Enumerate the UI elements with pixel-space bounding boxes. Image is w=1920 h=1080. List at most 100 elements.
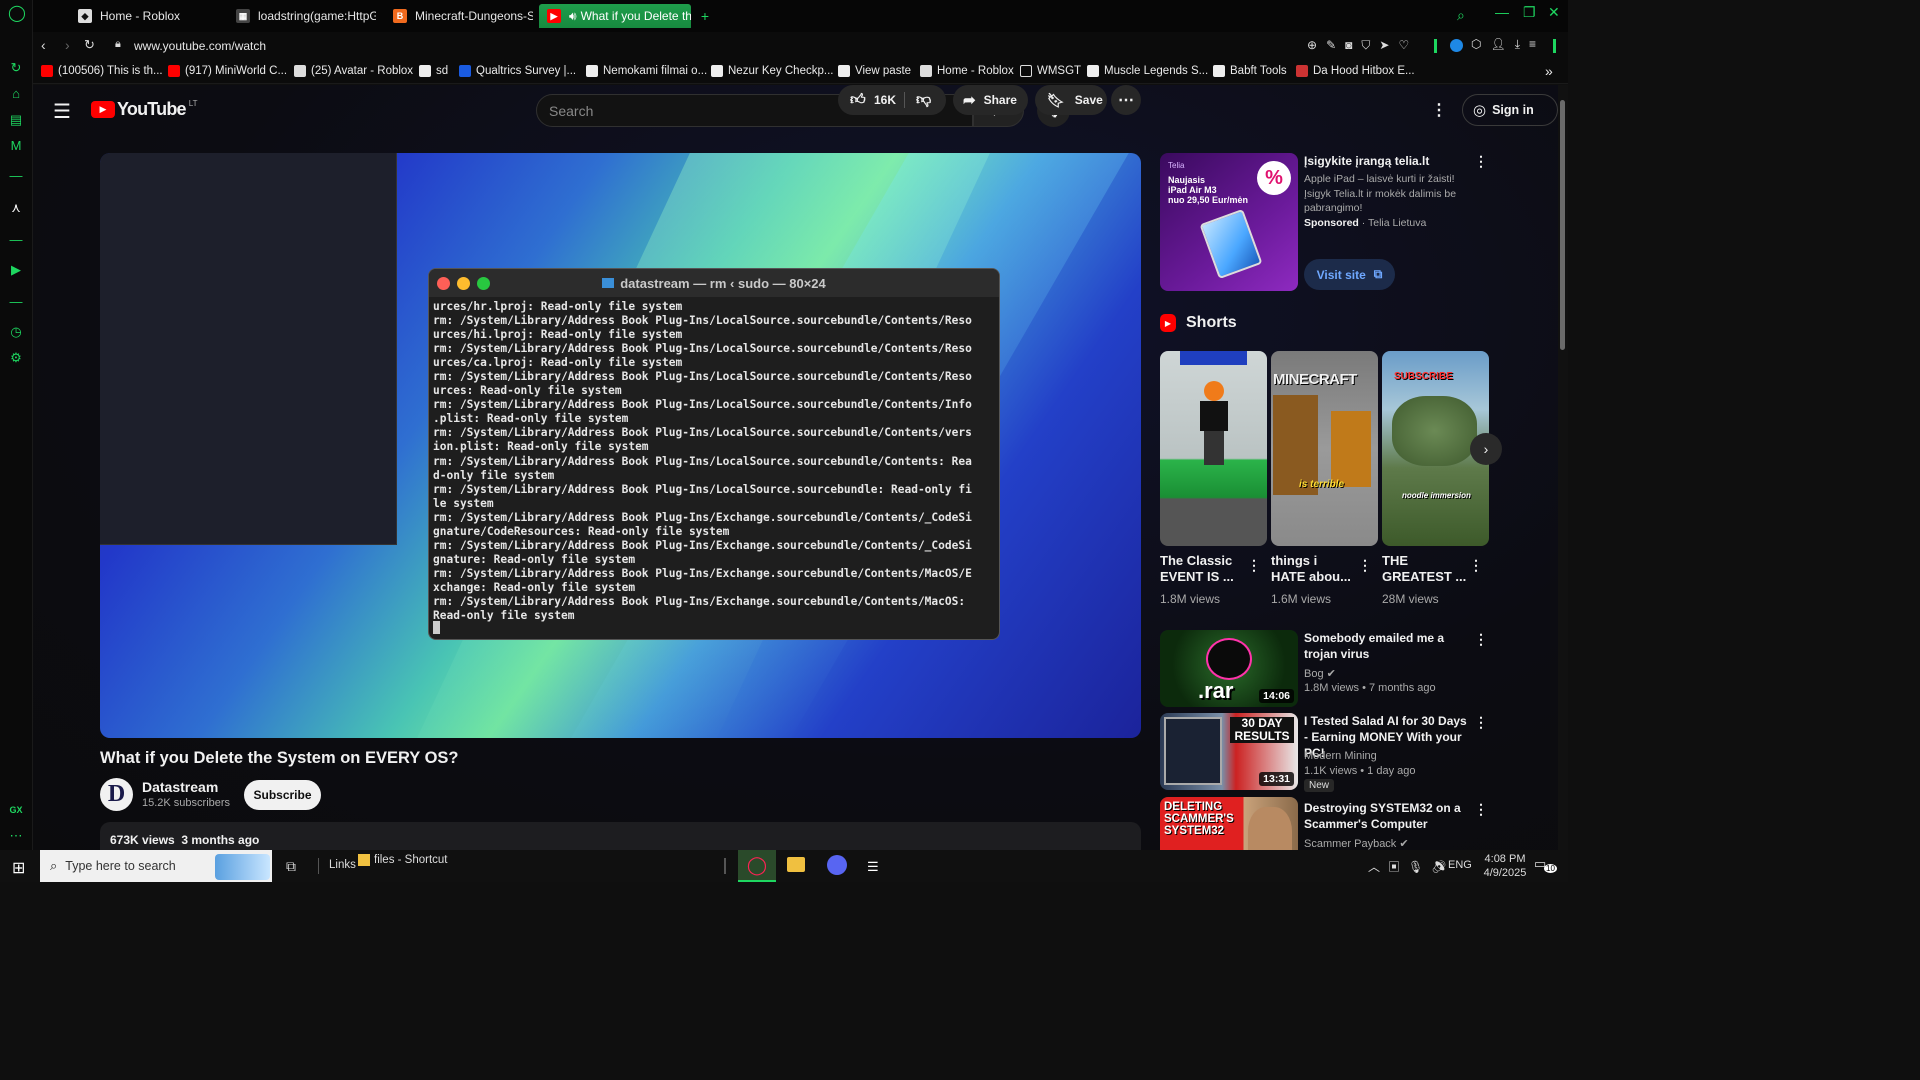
opera-gx-taskbar-icon[interactable]: ◯ <box>738 850 776 882</box>
minimize-icon[interactable]: — <box>1495 4 1509 20</box>
video-title[interactable]: Destroying SYSTEM32 on a Scammer's Compu… <box>1304 800 1469 832</box>
short-title[interactable]: THE GREATEST ... <box>1382 553 1466 585</box>
opera-gx-logo-icon[interactable]: ◯ <box>8 6 26 22</box>
channel-name[interactable]: Datastream <box>142 779 218 795</box>
links-toolbar[interactable]: Links <box>329 859 356 871</box>
bookmark-item[interactable]: Qualtrics Survey |... <box>459 65 576 77</box>
video-thumbnail[interactable]: 30 DAY RESULTS 13:31 <box>1160 713 1298 790</box>
menu-icon[interactable]: ≡ <box>1529 37 1545 51</box>
language-indicator[interactable]: ENG <box>1448 859 1472 871</box>
twitch-icon[interactable]: ▤ <box>8 112 24 128</box>
download-icon[interactable]: ⤓ <box>1515 37 1529 51</box>
scrollbar-thumb[interactable] <box>1560 100 1565 350</box>
extension-icon[interactable] <box>1450 39 1463 52</box>
video-thumbnail[interactable]: DELETING SCAMMER'S SYSTEM32 <box>1160 797 1298 850</box>
send-icon[interactable]: ➤ <box>1379 38 1398 52</box>
video-player[interactable]: datastream — rm ‹ sudo — 80×24 urces/hr.… <box>100 153 1141 738</box>
like-icon[interactable]: 👍︎ <box>850 91 866 109</box>
new-tab-icon[interactable]: + <box>695 4 715 28</box>
ad-title[interactable]: Įsigykite įrangą telia.lt <box>1304 153 1474 169</box>
bookmark-item[interactable]: (100506) This is th... <box>41 65 163 77</box>
short-title[interactable]: things i HATE abou... <box>1271 553 1351 585</box>
video-thumbnail[interactable]: .rar 14:06 <box>1160 630 1298 707</box>
video-menu-icon[interactable]: ⋮ <box>1474 714 1488 731</box>
short-thumbnail[interactable] <box>1160 351 1267 546</box>
short-thumbnail[interactable]: MINECRAFT is terrible <box>1271 351 1378 546</box>
taskbar-search[interactable]: ⌕ Type here to search <box>40 850 272 882</box>
settings-icon[interactable]: ⚙ <box>8 350 24 366</box>
short-menu-icon[interactable]: ⋮ <box>1358 557 1372 574</box>
hamburger-menu-icon[interactable]: ☰ <box>53 99 71 124</box>
url-field[interactable]: www.youtube.com/watch <box>134 39 266 53</box>
files-shortcut[interactable]: files - Shortcut <box>358 854 448 866</box>
description-box[interactable]: 673K views 3 months ago <box>100 822 1141 850</box>
heart-icon[interactable]: ♡ <box>1398 38 1418 52</box>
chevron-up-icon[interactable]: ︿ <box>1368 860 1388 874</box>
tab-loadstring[interactable]: ▦ loadstring(game:HttpGet( <box>228 4 376 28</box>
channel-avatar[interactable]: D <box>100 778 133 811</box>
dislike-icon[interactable]: 👎︎ <box>916 91 931 109</box>
bookmark-item[interactable]: (917) MiniWorld C... <box>168 65 287 77</box>
ad-thumbnail[interactable]: Telia Naujasis iPad Air M3 nuo 29,50 Eur… <box>1160 153 1298 291</box>
camera-icon[interactable]: ◙ <box>1345 38 1361 52</box>
shorts-next-button[interactable]: › <box>1470 433 1502 465</box>
profile-icon[interactable]: 👤︎ <box>1490 37 1514 51</box>
messenger-icon[interactable]: M <box>8 138 24 154</box>
bookmark-item[interactable]: View paste <box>838 65 911 77</box>
tab-minecraft-dungeons[interactable]: B Minecraft-Dungeons-Ste <box>385 4 533 28</box>
tab-youtube-active[interactable]: ▶ 🔊︎ What if you Delete the <box>539 4 691 28</box>
zoom-icon[interactable]: ⊕ <box>1307 38 1326 52</box>
clock[interactable]: 4:08 PM 4/9/2025 <box>1480 852 1530 880</box>
video-menu-icon[interactable]: ⋮ <box>1474 631 1488 648</box>
short-menu-icon[interactable]: ⋮ <box>1247 557 1261 574</box>
tab-home-roblox[interactable]: ◆ Home - Roblox <box>70 4 218 28</box>
short-title[interactable]: The Classic EVENT IS ... <box>1160 553 1234 585</box>
gx-tool-icon[interactable]: ⋏ <box>8 200 24 216</box>
sign-in-button[interactable]: ◎ Sign in <box>1462 94 1558 126</box>
close-icon[interactable]: ✕ <box>1548 4 1560 21</box>
channel-name[interactable]: Modern Mining <box>1304 750 1377 762</box>
shield-icon[interactable]: ⛉ <box>1361 38 1379 52</box>
bookmark-item[interactable]: sd <box>419 65 448 77</box>
gx-control-icon[interactable]: ↻ <box>8 60 24 76</box>
short-menu-icon[interactable]: ⋮ <box>1469 557 1483 574</box>
bookmark-item[interactable]: WMSGT <box>1020 65 1081 77</box>
history-icon[interactable]: ◷ <box>8 324 24 340</box>
meet-icon[interactable]: ▣ <box>1388 860 1408 874</box>
channel-line[interactable]: Bog ✔︎ <box>1304 667 1336 680</box>
back-icon[interactable]: ‹ <box>41 37 46 53</box>
gx-cleaner-icon[interactable]: ⌂ <box>8 86 24 102</box>
save-button[interactable]: 🔖︎ Save <box>1035 85 1107 115</box>
app-icon[interactable]: ☰ <box>867 859 879 875</box>
settings-kebab-icon[interactable]: ⋮ <box>1429 99 1449 121</box>
task-view-icon[interactable]: ⧉ <box>286 858 296 875</box>
video-menu-icon[interactable]: ⋮ <box>1474 801 1488 818</box>
video-title[interactable]: Somebody emailed me a trojan virus <box>1304 630 1469 662</box>
more-actions-icon[interactable]: ⋯ <box>1111 85 1141 115</box>
page-scrollbar[interactable] <box>1558 85 1568 850</box>
bookmark-item[interactable]: Muscle Legends S... <box>1087 65 1208 77</box>
more-icon[interactable]: ⋯ <box>8 828 24 844</box>
microphone-icon[interactable]: 🎙︎ <box>1408 860 1431 874</box>
bookmark-item[interactable]: Nezur Key Checkp... <box>711 65 833 77</box>
visit-site-button[interactable]: Visit site ⧉ <box>1304 259 1395 290</box>
notification-center-icon[interactable]: ▭ 10 <box>1534 856 1557 874</box>
more-bookmarks-icon[interactable]: » <box>1545 63 1553 79</box>
ad-menu-icon[interactable]: ⋮ <box>1474 153 1488 170</box>
bookmark-item[interactable]: Nemokami filmai o... <box>586 65 707 77</box>
bookmark-item[interactable]: Da Hood Hitbox E... <box>1296 65 1415 77</box>
bookmark-item[interactable]: Babft Tools <box>1213 65 1287 77</box>
bookmark-item[interactable]: Home - Roblox <box>920 65 1014 77</box>
forward-icon[interactable]: › <box>65 37 70 53</box>
channel-line[interactable]: Scammer Payback ✔︎ <box>1304 837 1409 850</box>
edit-icon[interactable]: ✎ <box>1326 38 1345 52</box>
subscribe-button[interactable]: Subscribe <box>244 780 321 810</box>
youtube-logo[interactable]: ▶ YouTube LT <box>91 99 197 120</box>
player-icon[interactable]: ▶ <box>8 262 24 278</box>
bookmark-item[interactable]: (25) Avatar - Roblox <box>294 65 413 77</box>
search-tabs-icon[interactable]: ⌕ <box>1457 7 1465 24</box>
windows-start-icon[interactable]: ⊞ <box>12 858 25 878</box>
file-explorer-icon[interactable] <box>787 857 805 872</box>
maximize-icon[interactable]: ❐ <box>1523 4 1536 21</box>
like-count[interactable]: 16K <box>874 93 896 107</box>
